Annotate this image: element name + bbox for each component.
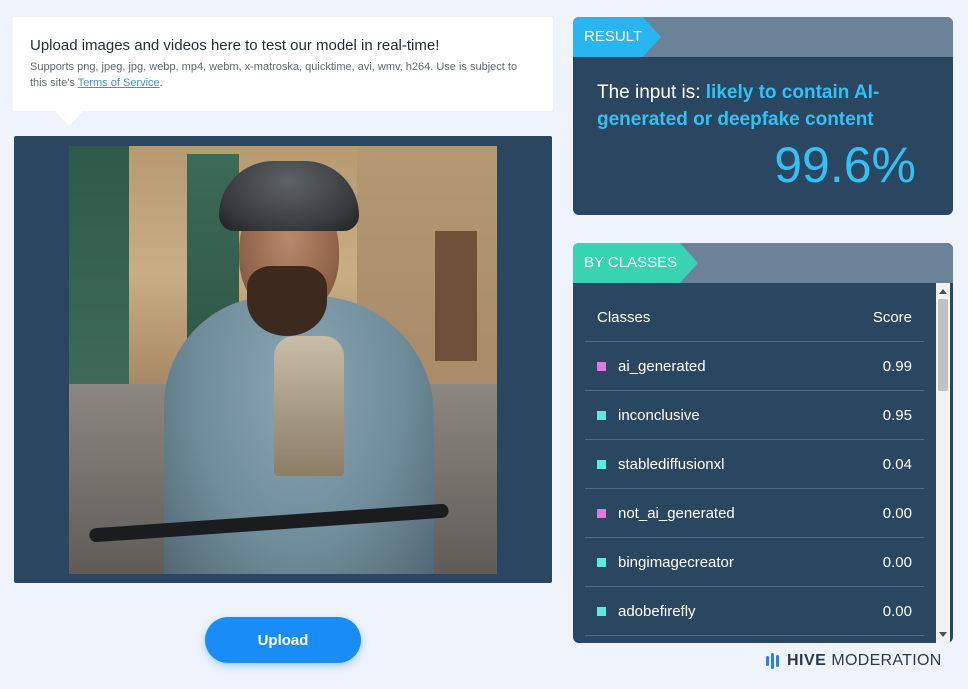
class-name: stablediffusionxl: [618, 455, 725, 473]
image-preview-panel: [14, 136, 552, 583]
terms-of-service-link[interactable]: Terms of Service: [78, 77, 160, 89]
class-name: ai_generated: [618, 357, 706, 375]
class-cell: bingimagecreator: [597, 554, 852, 571]
class-row: adobefirefly 0.00: [585, 587, 924, 636]
class-score: 0.95: [882, 406, 912, 424]
result-score: 99.6%: [774, 137, 916, 193]
class-color-swatch: [597, 557, 606, 567]
image-person-shirt: [274, 336, 344, 476]
class-color-swatch: [597, 508, 606, 518]
result-text: The input is: likely to contain AI-gener…: [597, 79, 917, 133]
class-name: bingimagecreator: [618, 553, 734, 571]
class-score: 0.00: [882, 553, 912, 571]
class-score: 0.99: [882, 357, 912, 375]
classes-column-header: Classes: [597, 308, 651, 326]
class-cell: not_ai_generated: [597, 505, 852, 522]
class-cell: ai_generated: [597, 358, 852, 375]
score-column-header: Score: [872, 308, 912, 326]
class-row: bingimagecreator 0.00: [585, 538, 924, 587]
class-row: inconclusive 0.95: [585, 391, 924, 440]
upload-info-subtitle: Supports png, jpeg, jpg, webp, mp4, webm…: [30, 59, 535, 91]
class-cell: stablediffusionxl: [597, 456, 852, 473]
result-prefix: The input is:: [597, 82, 706, 103]
class-row: ai_generated 0.99: [585, 342, 924, 391]
class-rows: ai_generated 0.99 inconclusive 0.95 stabledi…: [585, 342, 924, 636]
brand-sub: MODERATION: [831, 652, 942, 669]
by-classes-card: BY CLASSES Classes Score ai_generated 0.9…: [573, 243, 953, 643]
class-name: adobefirefly: [618, 602, 696, 620]
upload-button[interactable]: Upload: [205, 617, 361, 663]
image-window: [435, 231, 477, 361]
by-classes-tag: BY CLASSES: [573, 243, 698, 283]
class-color-swatch: [597, 606, 606, 616]
by-classes-header: BY CLASSES: [573, 243, 953, 283]
image-wall-left: [69, 146, 129, 406]
result-header: RESULT: [573, 17, 953, 57]
upload-info-box: Upload images and videos here to test ou…: [13, 17, 553, 126]
scroll-up-arrow-icon[interactable]: [939, 289, 947, 294]
brand-name: HIVE: [787, 652, 827, 669]
subtitle-suffix: .: [159, 77, 163, 89]
class-name: inconclusive: [618, 406, 700, 424]
scroll-thumb[interactable]: [938, 299, 948, 391]
class-score: 0.00: [882, 602, 912, 620]
image-person-beard: [247, 266, 327, 336]
upload-info-title: Upload images and videos here to test ou…: [30, 37, 440, 54]
class-name: not_ai_generated: [618, 504, 735, 522]
classes-table-header: Classes Score: [585, 283, 924, 342]
class-color-swatch: [597, 361, 606, 371]
class-row: not_ai_generated 0.00: [585, 489, 924, 538]
class-row: stablediffusionxl 0.04: [585, 440, 924, 489]
class-color-swatch: [597, 459, 606, 469]
uploaded-image: [69, 146, 497, 574]
class-cell: inconclusive: [597, 407, 852, 424]
class-score: 0.00: [882, 504, 912, 522]
class-cell: adobefirefly: [597, 603, 852, 620]
hive-brand: HIVE MODERATION: [766, 652, 942, 670]
scroll-down-arrow-icon[interactable]: [939, 632, 947, 637]
class-score: 0.04: [882, 455, 912, 473]
hive-bars-icon: [766, 653, 781, 669]
classes-table: Classes Score ai_generated 0.99 inconclusi…: [585, 283, 924, 636]
result-tag: RESULT: [573, 17, 661, 57]
classes-scrollbar[interactable]: [936, 283, 950, 643]
class-color-swatch: [597, 410, 606, 420]
result-card: RESULT The input is: likely to contain A…: [573, 17, 953, 215]
image-helmet: [219, 161, 359, 231]
